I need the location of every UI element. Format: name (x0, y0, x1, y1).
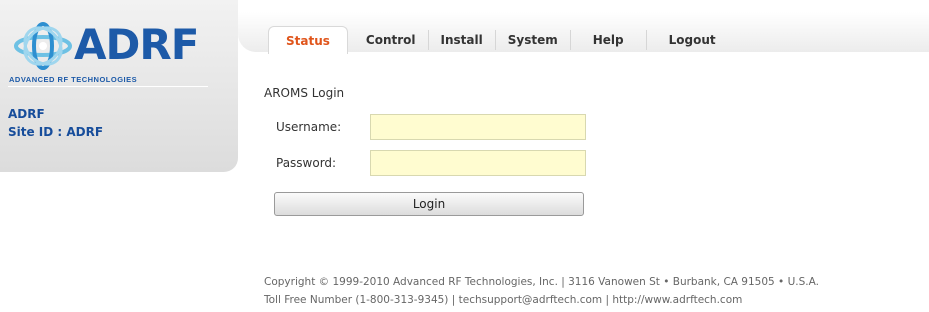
nav-tabs: Status Control Install System Help Logou… (268, 26, 738, 54)
tab-help[interactable]: Help (571, 30, 647, 50)
tab-control[interactable]: Control (354, 30, 429, 50)
password-row: Password: (276, 150, 586, 176)
tab-status[interactable]: Status (268, 26, 348, 54)
login-button[interactable]: Login (274, 192, 584, 216)
sidebar: ADRF ADVANCED RF TECHNOLOGIES ADRF Site … (0, 0, 238, 172)
tab-system[interactable]: System (496, 30, 571, 50)
adrf-logo-icon (14, 22, 72, 70)
password-input[interactable] (370, 150, 586, 176)
username-input[interactable] (370, 114, 586, 140)
password-label: Password: (276, 156, 337, 170)
footer: Copyright © 1999-2010 Advanced RF Techno… (264, 273, 929, 309)
footer-copyright: Copyright © 1999-2010 Advanced RF Techno… (264, 276, 819, 288)
logo: ADRF ADVANCED RF TECHNOLOGIES (0, 0, 238, 92)
site-id: Site ID : ADRF (8, 125, 104, 139)
top-nav: Status Control Install System Help Logou… (238, 12, 929, 54)
tab-install[interactable]: Install (429, 30, 496, 50)
logo-text: ADRF (74, 20, 199, 69)
username-row: Username: (276, 114, 586, 140)
username-label: Username: (276, 120, 342, 134)
logo-subtitle: ADVANCED RF TECHNOLOGIES (9, 75, 138, 84)
site-name: ADRF (8, 107, 45, 121)
footer-contact: Toll Free Number (1-800-313-9345) | tech… (264, 294, 743, 306)
divider (8, 86, 208, 87)
login-form: AROMS Login Username: Password: Login (264, 86, 924, 216)
tab-logout[interactable]: Logout (647, 30, 738, 50)
login-title: AROMS Login (264, 86, 345, 100)
